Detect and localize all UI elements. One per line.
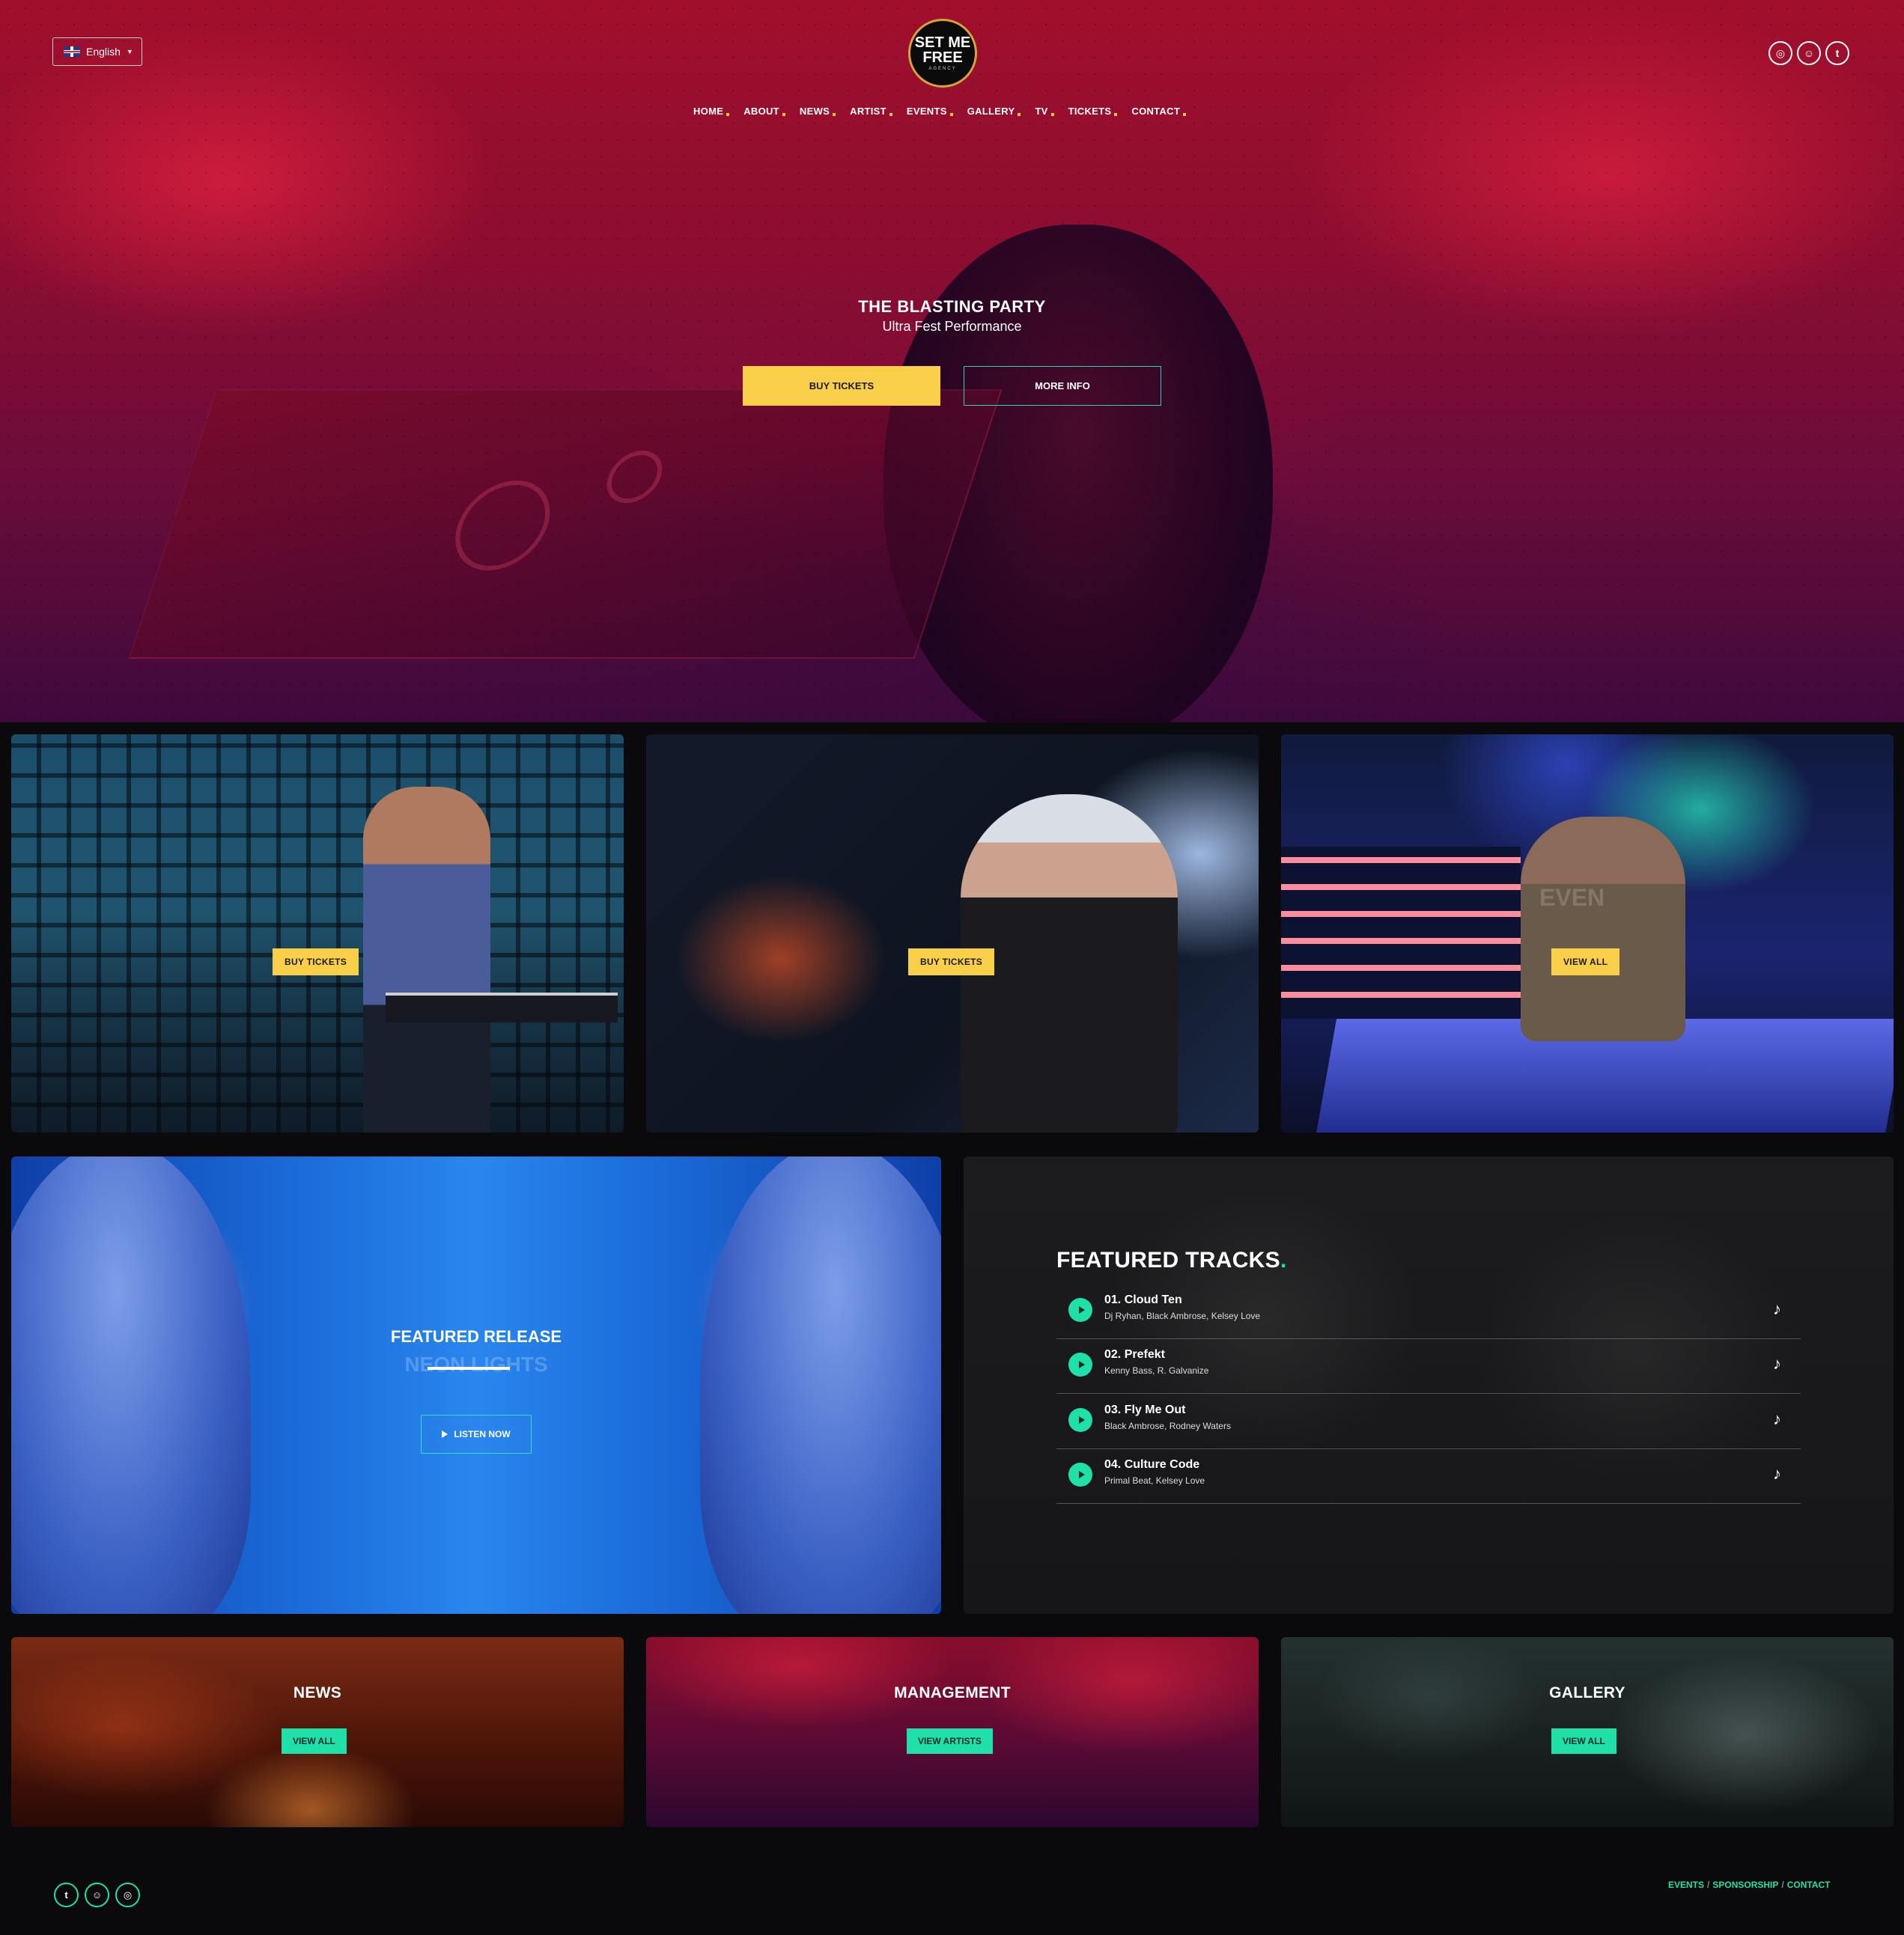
- footer-link-events[interactable]: EVENTS: [1668, 1880, 1704, 1890]
- nav-home[interactable]: HOME: [693, 106, 730, 117]
- hero-buy-tickets-button[interactable]: BUY TICKETS: [743, 366, 940, 406]
- track-row[interactable]: 01. Cloud Ten Dj Ryhan, Black Ambrose, K…: [1056, 1285, 1801, 1339]
- gallery-tile[interactable]: GALLERY VIEW ALL: [1281, 1637, 1894, 1827]
- instagram-icon[interactable]: ◎: [1768, 41, 1792, 65]
- twitter-icon[interactable]: t: [54, 1883, 79, 1907]
- track-row[interactable]: 04. Culture Code Primal Beat, Kelsey Lov…: [1056, 1449, 1801, 1504]
- language-label: English: [86, 46, 121, 58]
- view-artists-button[interactable]: VIEW ARTISTS: [907, 1728, 993, 1754]
- play-icon[interactable]: [1068, 1298, 1092, 1322]
- footer-link-contact[interactable]: CONTACT: [1787, 1880, 1831, 1890]
- listen-now-button[interactable]: LISTEN NOW: [421, 1415, 532, 1454]
- event-card-keyboardist[interactable]: BUY TICKETS: [11, 734, 624, 1133]
- card-buy-tickets-button[interactable]: BUY TICKETS: [273, 948, 359, 975]
- hero-subtitle: Ultra Fest Performance: [882, 319, 1022, 334]
- card-buy-tickets-button[interactable]: BUY TICKETS: [908, 948, 995, 975]
- track-artists: Dj Ryhan, Black Ambrose, Kelsey Love: [1104, 1311, 1261, 1321]
- track-name: 01. Cloud Ten: [1104, 1293, 1182, 1306]
- footer-links: EVENTS / SPONSORSHIP / CONTACT: [1668, 1880, 1831, 1890]
- uk-flag-icon: [64, 46, 80, 57]
- nav-tickets[interactable]: TICKETS: [1068, 106, 1118, 117]
- play-icon[interactable]: [1068, 1408, 1092, 1432]
- nav-events[interactable]: EVENTS: [907, 106, 953, 117]
- track-name: 04. Culture Code: [1104, 1458, 1200, 1471]
- featured-release-label: FEATURED RELEASE: [390, 1327, 562, 1346]
- track-artists: Kenny Bass, R. Galvanize: [1104, 1365, 1209, 1376]
- music-note-icon[interactable]: ♪: [1773, 1354, 1781, 1374]
- release-cover-right-image: [700, 1157, 941, 1614]
- track-artists: Primal Beat, Kelsey Love: [1104, 1475, 1205, 1486]
- main-nav: HOME ABOUT NEWS ARTIST EVENTS GALLERY TV…: [693, 106, 1186, 117]
- play-icon: [442, 1430, 448, 1438]
- card-view-all-button[interactable]: VIEW ALL: [1551, 948, 1620, 975]
- instagram-icon[interactable]: ◎: [115, 1883, 140, 1907]
- footer-social-links: t ☺ ◎: [54, 1883, 140, 1907]
- gallery-title: GALLERY: [1549, 1684, 1625, 1701]
- music-note-icon[interactable]: ♪: [1773, 1464, 1781, 1484]
- twitter-icon[interactable]: t: [1825, 41, 1849, 65]
- footer-link-sponsorship[interactable]: SPONSORSHIP: [1712, 1880, 1778, 1890]
- news-title: NEWS: [293, 1684, 342, 1701]
- hero-more-info-button[interactable]: MORE INFO: [964, 366, 1161, 406]
- card-ghost-text: EVEN: [1539, 884, 1605, 911]
- management-title: MANAGEMENT: [894, 1684, 1011, 1701]
- track-row[interactable]: 03. Fly Me Out Black Ambrose, Rodney Wat…: [1056, 1395, 1801, 1449]
- track-artists: Black Ambrose, Rodney Waters: [1104, 1421, 1231, 1431]
- featured-tracks: FEATURED TRACKS. 01. Cloud Ten Dj Ryhan,…: [964, 1157, 1894, 1614]
- nav-gallery[interactable]: GALLERY: [967, 106, 1021, 117]
- language-selector[interactable]: English ▼: [52, 37, 142, 66]
- track-row[interactable]: 02. Prefekt Kenny Bass, R. Galvanize ♪: [1056, 1339, 1801, 1394]
- stage-lights-image: [1281, 847, 1521, 1019]
- hero-section: English ▼ SET ME FREE AGENCY ◎ ☺ t HOME …: [0, 0, 1904, 722]
- snapchat-icon[interactable]: ☺: [85, 1883, 109, 1907]
- release-divider: [428, 1367, 510, 1370]
- play-icon[interactable]: [1068, 1463, 1092, 1487]
- news-view-all-button[interactable]: VIEW ALL: [282, 1728, 347, 1754]
- news-tile[interactable]: NEWS VIEW ALL: [11, 1637, 624, 1827]
- track-name: 03. Fly Me Out: [1104, 1404, 1186, 1416]
- event-card-female-dj[interactable]: BUY TICKETS: [646, 734, 1259, 1133]
- featured-tracks-title: FEATURED TRACKS.: [1056, 1248, 1287, 1273]
- chevron-down-icon: ▼: [126, 48, 133, 55]
- nav-contact[interactable]: CONTACT: [1131, 106, 1186, 117]
- nav-tv[interactable]: TV: [1035, 106, 1054, 117]
- gallery-view-all-button[interactable]: VIEW ALL: [1551, 1728, 1616, 1754]
- nav-news[interactable]: NEWS: [800, 106, 836, 117]
- music-note-icon[interactable]: ♪: [1773, 1410, 1781, 1429]
- release-cover-left-image: [11, 1157, 251, 1614]
- event-card-stage-dj[interactable]: EVEN VIEW ALL: [1281, 734, 1894, 1133]
- nav-about[interactable]: ABOUT: [743, 106, 785, 117]
- music-note-icon[interactable]: ♪: [1773, 1299, 1781, 1319]
- hero-title: THE BLASTING PARTY: [858, 297, 1046, 316]
- header-social-links: ◎ ☺ t: [1768, 41, 1849, 65]
- keyboardist-image: [363, 787, 490, 1133]
- keyboard-image: [386, 993, 618, 1023]
- snapchat-icon[interactable]: ☺: [1797, 41, 1821, 65]
- play-icon[interactable]: [1068, 1353, 1092, 1377]
- track-name: 02. Prefekt: [1104, 1348, 1165, 1361]
- nav-artist[interactable]: ARTIST: [850, 106, 892, 117]
- release-name: NEON LIGHTS: [404, 1353, 548, 1376]
- management-tile[interactable]: MANAGEMENT VIEW ARTISTS: [646, 1637, 1259, 1827]
- site-logo[interactable]: SET ME FREE AGENCY: [908, 19, 977, 88]
- featured-release: FEATURED RELEASE NEON LIGHTS LISTEN NOW: [11, 1157, 941, 1614]
- stage-dj-image: [1521, 817, 1685, 1041]
